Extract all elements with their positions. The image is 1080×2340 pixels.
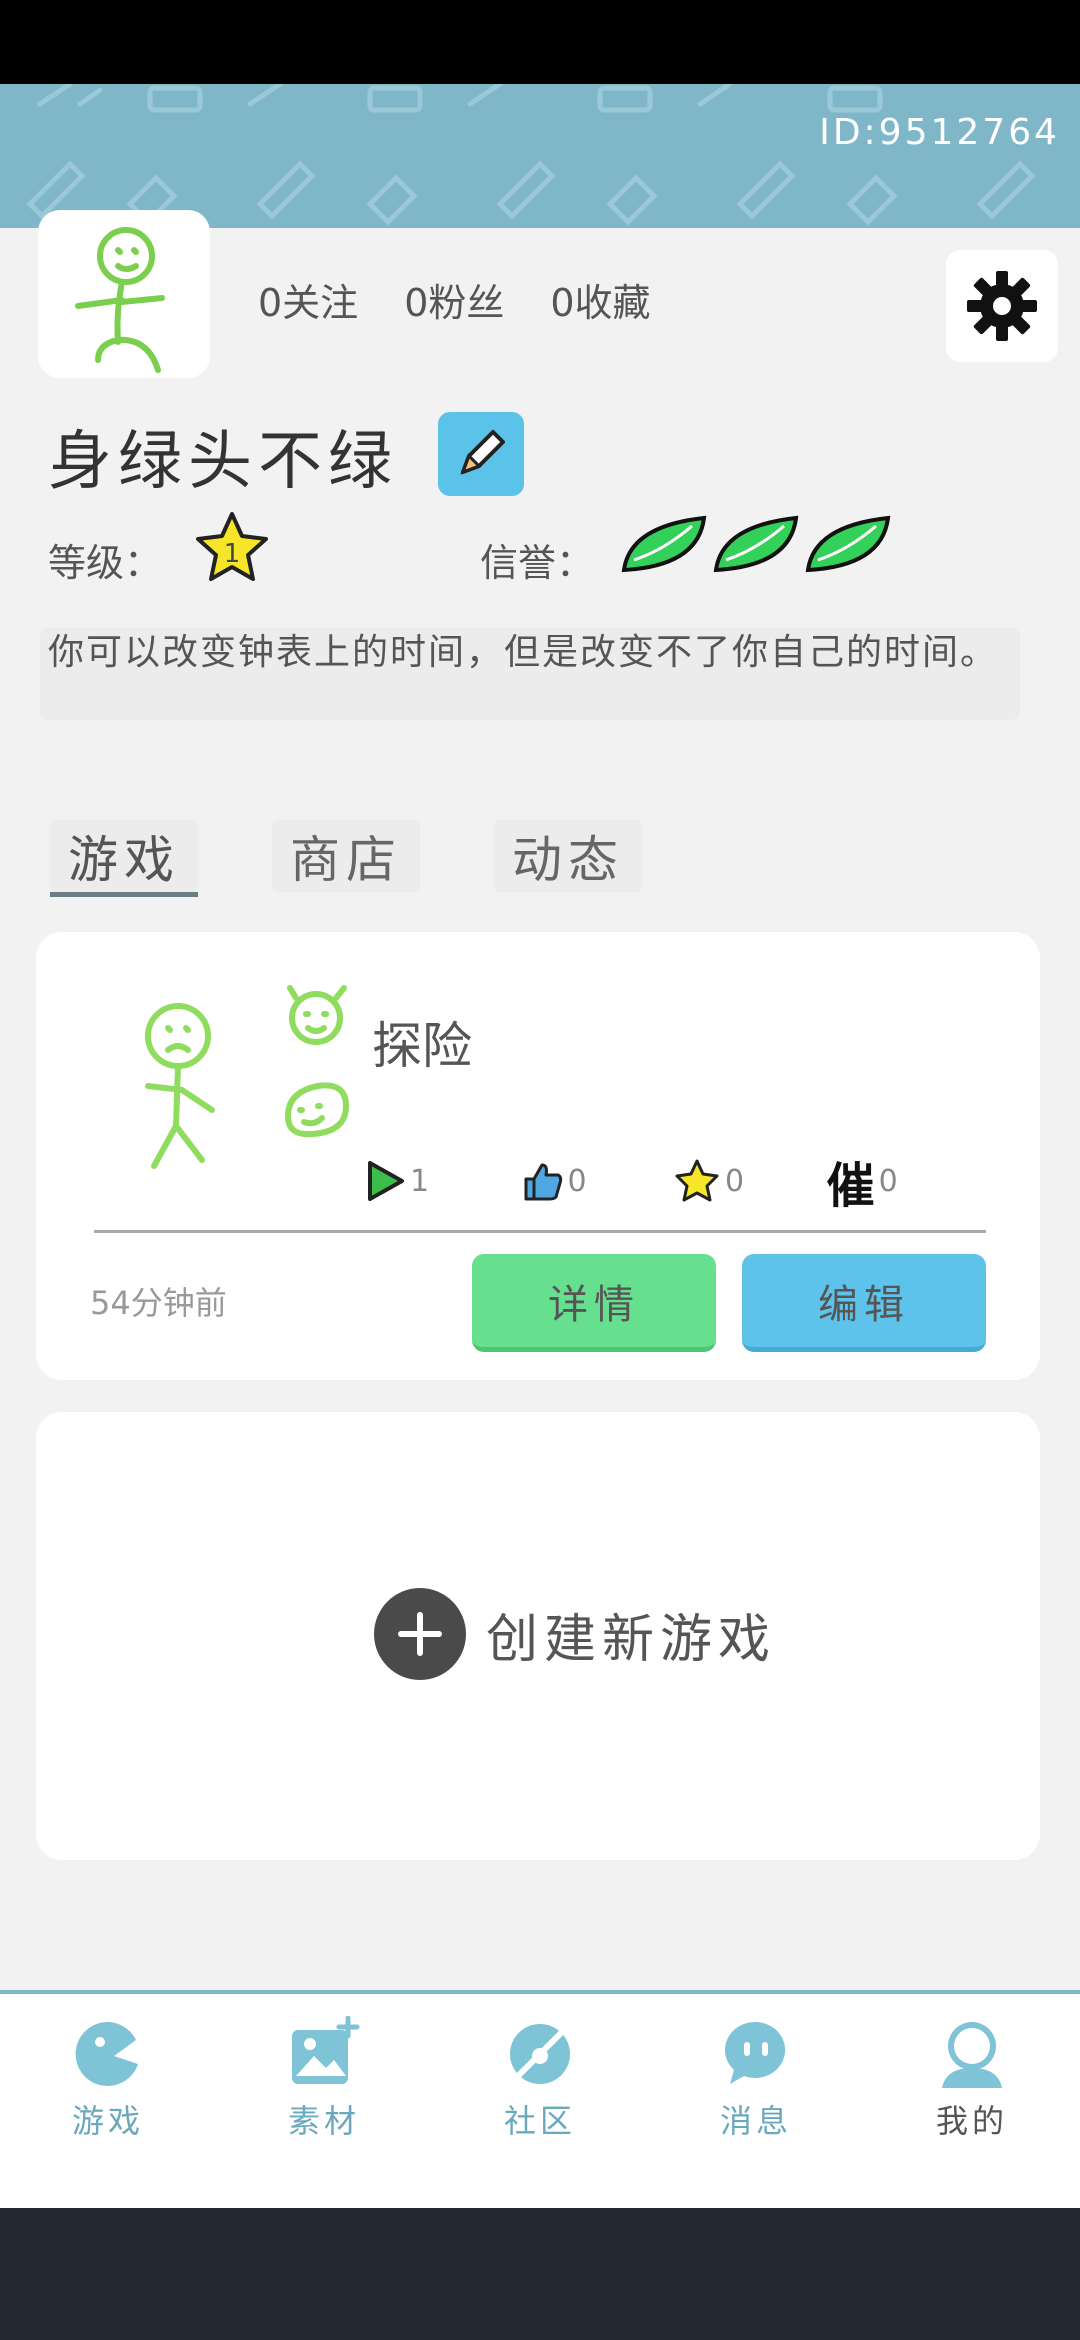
card-divider	[94, 1230, 986, 1233]
game-icon	[75, 2021, 138, 2086]
avatar[interactable]	[38, 210, 210, 378]
star-icon	[675, 1159, 719, 1202]
profile-icon	[942, 2022, 1002, 2088]
user-id: ID:9512764	[819, 112, 1060, 153]
edit-game-button[interactable]: 编辑	[742, 1254, 986, 1352]
credit-label: 信誉：	[480, 541, 595, 585]
plus-icon	[374, 1588, 466, 1680]
level-label: 等级：	[48, 541, 163, 585]
nav-label-community: 社区	[503, 2102, 576, 2140]
like-count: 0	[567, 1163, 587, 1199]
material-icon	[292, 2016, 360, 2084]
urge-label: 催	[826, 1158, 875, 1214]
leaf-icon	[621, 515, 707, 573]
active-tab-indicator	[50, 892, 198, 897]
nav-item-profile[interactable]: 我的	[864, 1994, 1080, 2208]
user-bio: 你可以改变钟表上的时间，但是改变不了你自己的时间。	[40, 628, 1020, 720]
nav-item-material[interactable]: 素材	[216, 1994, 432, 2208]
game-thumbnail	[145, 985, 350, 1169]
settings-button[interactable]	[946, 250, 1058, 362]
follow-count[interactable]: 0关注	[258, 272, 358, 327]
tab-store[interactable]: 商店	[272, 820, 420, 892]
level-value: 1	[224, 539, 241, 569]
credit-leaves	[620, 514, 892, 574]
stickman-avatar-icon	[75, 227, 165, 373]
message-icon	[724, 2021, 786, 2084]
urge-count: 0	[878, 1163, 898, 1199]
play-metric: 1	[366, 1146, 520, 1216]
community-icon	[510, 2024, 570, 2084]
tab-feed[interactable]: 动态	[494, 820, 642, 892]
create-game-card[interactable]: 创建新游戏	[36, 1412, 1040, 1860]
status-bar	[0, 0, 1080, 84]
game-metrics: 1 0 0 催 0	[366, 1146, 1006, 1216]
nav-item-message[interactable]: 消息	[648, 1994, 864, 2208]
urge-metric: 催 0	[827, 1146, 1006, 1216]
thumbs-up-icon	[524, 1163, 562, 1201]
nav-label-profile: 我的	[935, 2102, 1008, 2140]
profile-tabs: 游戏 商店 动态	[50, 820, 642, 892]
gear-icon	[967, 271, 1037, 341]
bottom-nav: 游戏 素材 社区 消息 我的	[0, 1990, 1080, 2208]
details-button[interactable]: 详情	[472, 1254, 716, 1352]
profile-stats: 0关注 0粉丝 0收藏	[258, 272, 651, 327]
play-count: 1	[410, 1163, 430, 1199]
profile-banner: ID:9512764	[0, 84, 1080, 228]
play-icon	[368, 1161, 404, 1201]
user-name: 身绿头不绿	[48, 425, 398, 499]
favorites-count[interactable]: 0收藏	[550, 272, 650, 327]
pencil-icon	[460, 430, 505, 475]
nav-label-game: 游戏	[71, 2102, 144, 2140]
nav-label-material: 素材	[287, 2102, 360, 2140]
favorite-metric: 0	[673, 1146, 827, 1216]
favorite-count: 0	[725, 1163, 745, 1199]
level-star-icon: 1	[192, 510, 272, 586]
game-title: 探险	[372, 1017, 472, 1075]
leaf-icon	[713, 515, 799, 573]
nav-item-community[interactable]: 社区	[432, 1994, 648, 2208]
updated-time: 54分钟前	[90, 1284, 227, 1322]
nav-item-game[interactable]: 游戏	[0, 1994, 216, 2208]
fans-count[interactable]: 0粉丝	[404, 272, 504, 327]
tab-games[interactable]: 游戏	[50, 820, 198, 892]
create-game-button[interactable]: 创建新游戏	[374, 1588, 776, 1680]
system-navigation-bar	[0, 2208, 1080, 2340]
create-game-label: 创建新游戏	[486, 1609, 777, 1670]
banner-pattern	[26, 84, 1036, 226]
nav-label-message: 消息	[719, 2102, 792, 2140]
edit-name-button[interactable]	[438, 412, 524, 496]
like-metric: 0	[520, 1146, 674, 1216]
game-card[interactable]: 探险 1 0 0 催 0 54分钟前 详情 编辑	[36, 932, 1040, 1380]
leaf-icon	[805, 515, 891, 573]
